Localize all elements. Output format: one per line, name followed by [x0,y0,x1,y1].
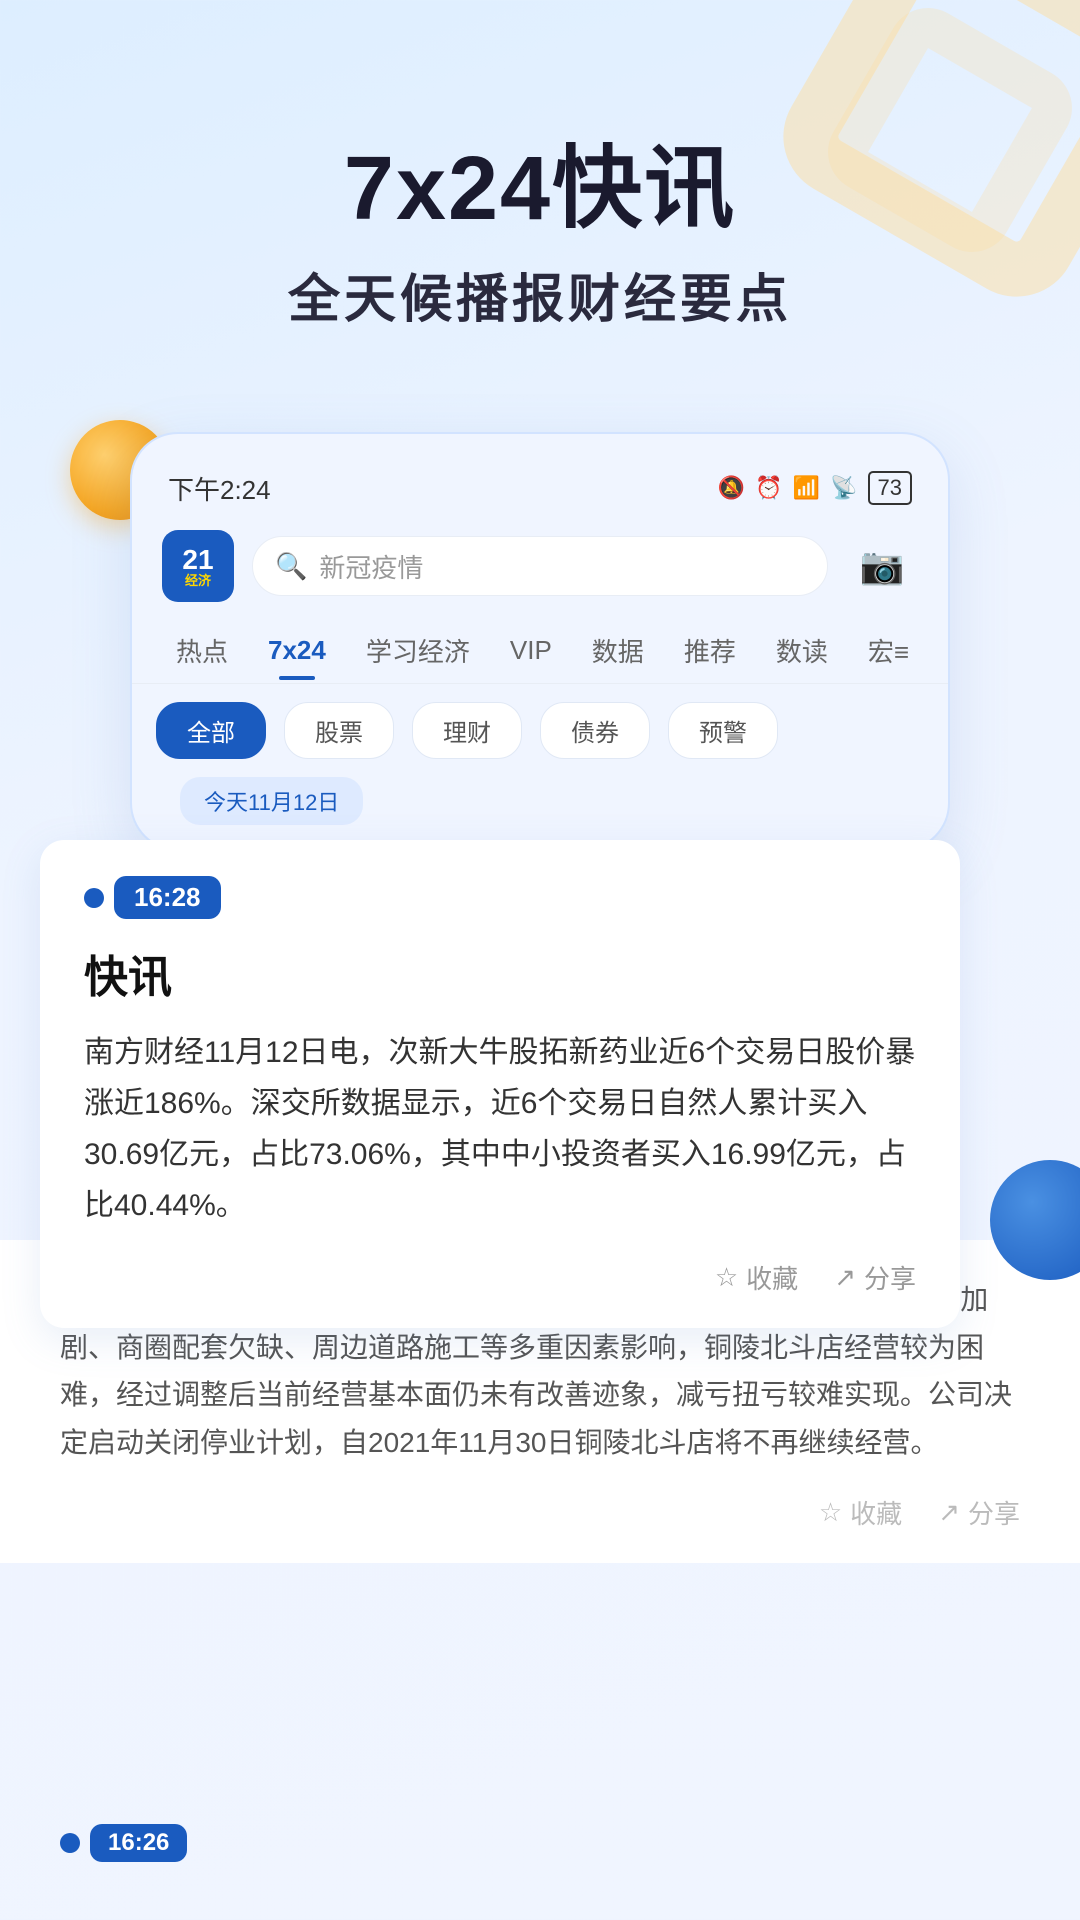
filter-finance[interactable]: 理财 [412,702,522,759]
tab-data[interactable]: 数据 [572,618,664,683]
tab-learn[interactable]: 学习经济 [346,618,490,683]
search-bar[interactable]: 🔍 新冠疫情 [252,536,828,596]
status-time: 下午2:24 [168,470,271,507]
news-body-1: 南方财经11月12日电，次新大牛股拓新药业近6个交易日股价暴涨近186%。深交所… [84,1027,916,1231]
share-icon-1: ↗ [834,1262,856,1293]
hero-title: 7x24快讯 [0,140,1080,239]
search-input-text: 新冠疫情 [319,548,423,585]
phone-mockup: 下午2:24 🔕 ⏰ 📶 📡 73 21 经济 🔍 新冠疫情 📷 热点 7x24… [130,432,950,851]
filter-row: 全部 股票 理财 债券 预警 [132,684,948,777]
signal-icon: 📶 [793,475,820,501]
time-label-3: 16:26 [90,1824,187,1862]
tab-datareading[interactable]: 数读 [756,618,848,683]
tab-vip[interactable]: VIP [490,621,572,680]
date-badge: 今天11月12日 [180,777,363,825]
collect-button-2[interactable]: ☆ 收藏 [819,1494,902,1531]
filter-bonds[interactable]: 债券 [540,702,650,759]
app-logo[interactable]: 21 经济 [162,530,234,602]
tab-hot[interactable]: 热点 [156,618,248,683]
time-label-1: 16:28 [114,876,221,919]
news-actions-1: ☆ 收藏 ↗ 分享 [84,1259,916,1296]
share-button-2[interactable]: ↗ 分享 [938,1494,1020,1531]
logo-text: 经济 [185,574,211,587]
filter-stocks[interactable]: 股票 [284,702,394,759]
filter-warning[interactable]: 预警 [668,702,778,759]
collect-button-1[interactable]: ☆ 收藏 [715,1259,798,1296]
status-bar: 下午2:24 🔕 ⏰ 📶 📡 73 [132,462,948,514]
news-card-1: 16:28 快讯 南方财经11月12日电，次新大牛股拓新药业近6个交易日股价暴涨… [40,840,960,1328]
search-icon: 🔍 [275,551,307,582]
time-badge-1: 16:28 [84,876,221,919]
share-icon-2: ↗ [938,1497,960,1528]
hero-section: 7x24快讯 全天候播报财经要点 [0,0,1080,372]
bell-icon: 🔕 [718,475,745,501]
time-badge-3: 16:26 [60,1824,187,1862]
tab-recommend[interactable]: 推荐 [664,618,756,683]
status-icons: 🔕 ⏰ 📶 📡 73 [718,471,912,505]
star-icon-2: ☆ [819,1497,842,1528]
filter-all[interactable]: 全部 [156,702,266,759]
tab-macro[interactable]: 宏≡ [848,618,929,683]
hero-subtitle: 全天候播报财经要点 [0,257,1080,332]
time-dot-1 [84,888,104,908]
star-icon-1: ☆ [715,1262,738,1293]
share-button-1[interactable]: ↗ 分享 [834,1259,916,1296]
news-actions-2: ☆ 收藏 ↗ 分享 [60,1494,1020,1531]
tab-7x24[interactable]: 7x24 [248,621,346,680]
nav-tabs: 热点 7x24 学习经济 VIP 数据 推荐 数读 宏≡ [132,618,948,684]
alarm-icon: ⏰ [755,475,782,501]
app-header: 21 经济 🔍 新冠疫情 📷 [132,514,948,618]
camera-button[interactable]: 📷 [846,530,918,602]
battery-label: 73 [868,471,912,505]
news-title-1: 快讯 [84,941,916,1005]
time-dot-3 [60,1833,80,1853]
wifi-icon: 📡 [830,475,857,501]
logo-number: 21 [182,546,213,574]
news-card-3: 16:26 [0,1800,1080,1886]
